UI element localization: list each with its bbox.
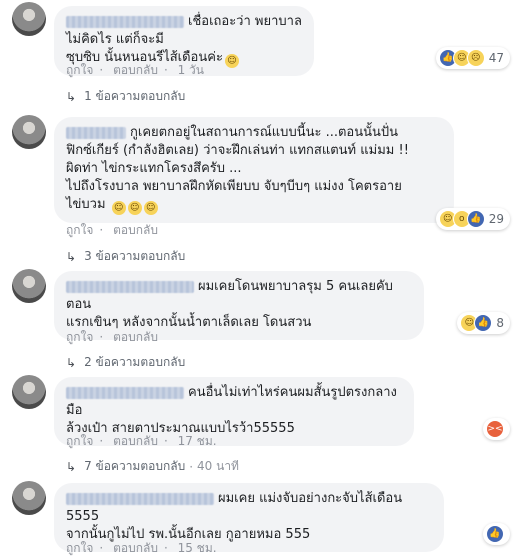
laughing-emoji-icon: ☺ (127, 201, 142, 215)
comment-actions: ถูกใจ · ตอบกลับ · 15 ชม. (66, 541, 217, 555)
angry-reaction-icon: >< (486, 420, 504, 438)
view-replies[interactable]: ↳ 3 ข้อความตอบกลับ (66, 247, 185, 266)
timestamp[interactable]: 17 ชม. (178, 434, 217, 448)
like-link[interactable]: ถูกใจ (66, 330, 93, 344)
laughing-emoji-icon: ☺ (143, 201, 158, 215)
reply-arrow-icon: ↳ (66, 459, 77, 474)
comment-actions: ถูกใจ · ตอบกลับ (66, 330, 158, 344)
view-replies[interactable]: ↳ 7 ข้อความตอบกลับ · 40 นาที (66, 457, 239, 476)
like-reaction-icon: 👍 (486, 525, 504, 543)
latest-reply-time[interactable]: 40 นาที (197, 457, 239, 476)
comment-actions: ถูกใจ · ตอบกลับ · 17 ชม. (66, 434, 217, 448)
replies-count-label[interactable]: 7 ข้อความตอบกลับ (84, 457, 185, 476)
comment-actions: ถูกใจ · ตอบกลับ (66, 223, 158, 237)
comment-actions: ถูกใจ · ตอบกลับ · 1 วัน (66, 63, 204, 77)
like-reaction-icon: 👍 (466, 210, 485, 228)
avatar[interactable] (12, 481, 46, 515)
reply-link[interactable]: ตอบกลับ (113, 541, 158, 555)
reply-link[interactable]: ตอบกลับ (113, 223, 158, 237)
comment-bubble: กูเคยตกอยู่ในสถานการณ์แบบนี้นะ ...ตอนนั้… (54, 117, 454, 223)
avatar[interactable] (12, 269, 46, 303)
reactions-summary[interactable]: 👍 ☺ ☹ 47 (435, 47, 510, 69)
replies-count-label[interactable]: 1 ข้อความตอบกลับ (84, 87, 185, 106)
reactions-summary[interactable]: 👍 (483, 523, 510, 545)
timestamp[interactable]: 1 วัน (178, 63, 204, 77)
laughing-emoji-icon: ☺ (111, 201, 126, 215)
reaction-count: 47 (488, 51, 504, 65)
reactions-summary[interactable]: ☺ 👍 8 (457, 312, 510, 334)
avatar[interactable] (12, 375, 46, 409)
reply-arrow-icon: ↳ (66, 355, 77, 370)
avatar[interactable] (12, 115, 46, 149)
like-link[interactable]: ถูกใจ (66, 434, 93, 448)
reply-link[interactable]: ตอบกลับ (113, 330, 158, 344)
reaction-count: 29 (488, 212, 504, 226)
view-replies[interactable]: ↳ 1 ข้อความตอบกลับ (66, 87, 185, 106)
replies-count-label[interactable]: 3 ข้อความตอบกลับ (84, 247, 185, 266)
reaction-count: 8 (496, 316, 504, 330)
replies-count-label[interactable]: 2 ข้อความตอบกลับ (84, 353, 185, 372)
author-name-blurred[interactable] (66, 280, 194, 293)
like-link[interactable]: ถูกใจ (66, 541, 93, 555)
reply-arrow-icon: ↳ (66, 89, 77, 104)
author-name-blurred[interactable] (66, 15, 184, 28)
reply-link[interactable]: ตอบกลับ (113, 63, 158, 77)
laughing-emoji-icon: ☺ (224, 54, 239, 68)
author-name-blurred[interactable] (66, 492, 214, 505)
reply-link[interactable]: ตอบกลับ (113, 434, 158, 448)
reactions-summary[interactable]: ☺ o 👍 29 (435, 208, 510, 230)
reply-arrow-icon: ↳ (66, 249, 77, 264)
comment-thread: เชื่อเถอะว่า พยาบาลไม่คิดไร แต่ก็จะมี ซุ… (0, 0, 522, 556)
timestamp[interactable]: 15 ชม. (178, 541, 217, 555)
author-name-blurred[interactable] (66, 126, 126, 139)
reactions-summary[interactable]: >< (483, 418, 510, 440)
view-replies[interactable]: ↳ 2 ข้อความตอบกลับ (66, 353, 185, 372)
like-reaction-icon: 👍 (474, 314, 493, 332)
author-name-blurred[interactable] (66, 386, 184, 399)
like-link[interactable]: ถูกใจ (66, 223, 93, 237)
avatar[interactable] (12, 2, 46, 36)
sad-reaction-icon: ☹ (466, 49, 485, 67)
like-link[interactable]: ถูกใจ (66, 63, 93, 77)
